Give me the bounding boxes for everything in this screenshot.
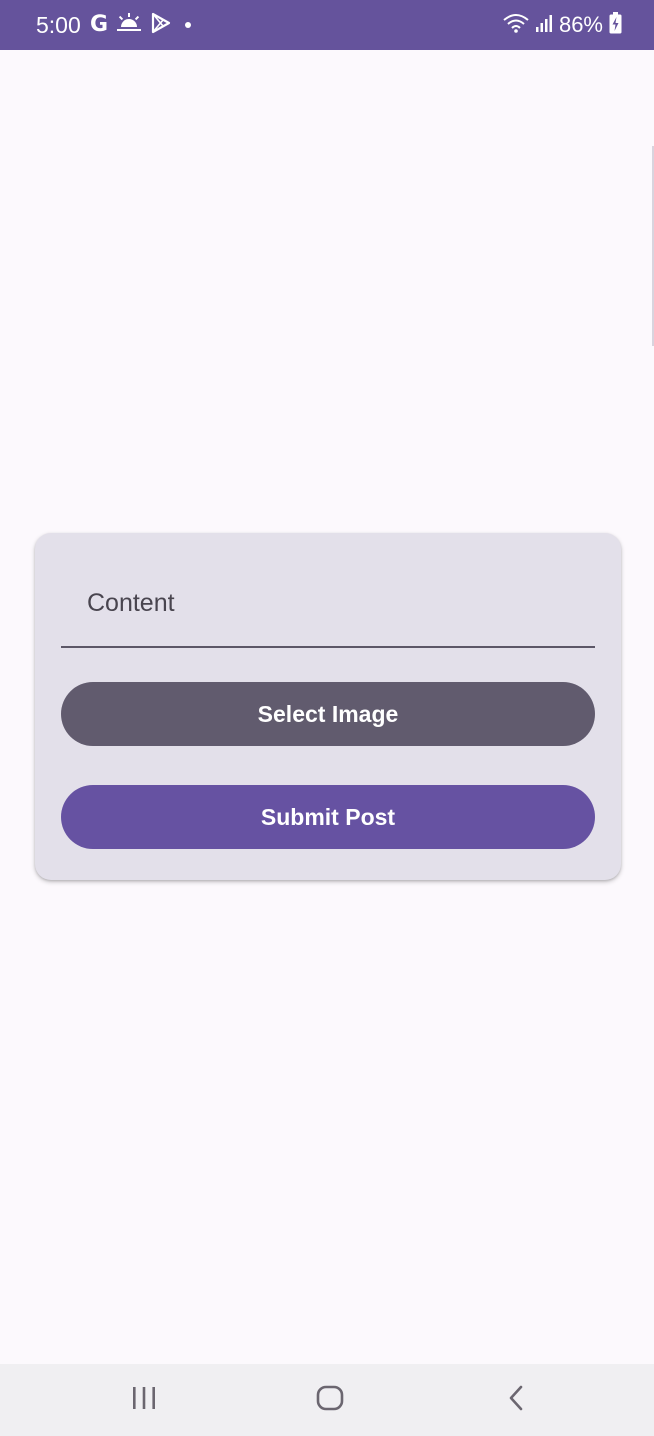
select-image-button[interactable]: Select Image	[61, 682, 595, 746]
battery-charging-icon	[609, 11, 622, 39]
signal-icon	[535, 13, 553, 38]
home-button[interactable]	[308, 1380, 352, 1420]
weather-icon	[117, 12, 142, 38]
status-time: 5:00	[36, 12, 81, 38]
recents-icon	[130, 1385, 158, 1416]
home-icon	[315, 1384, 345, 1417]
post-form-card: Select Image Submit Post	[35, 533, 621, 880]
google-icon: G	[90, 12, 109, 37]
content-field[interactable]	[61, 559, 595, 648]
back-icon	[506, 1384, 526, 1417]
status-icons-right: 86%	[503, 11, 622, 39]
status-icons-left: G	[90, 12, 192, 39]
back-button[interactable]	[494, 1380, 538, 1420]
notification-dot-icon	[185, 22, 192, 28]
submit-post-button[interactable]: Submit Post	[61, 785, 595, 849]
wifi-icon	[503, 13, 529, 38]
battery-percent: 86%	[558, 12, 603, 37]
content-input[interactable]	[87, 583, 577, 623]
status-bar: 5:00 G 86%	[0, 0, 654, 50]
play-store-icon	[150, 12, 172, 39]
navigation-bar	[0, 1364, 654, 1436]
recents-button[interactable]	[122, 1380, 166, 1420]
app-screen: 5:00 G 86% Content Select Image Submit P…	[0, 0, 654, 1436]
